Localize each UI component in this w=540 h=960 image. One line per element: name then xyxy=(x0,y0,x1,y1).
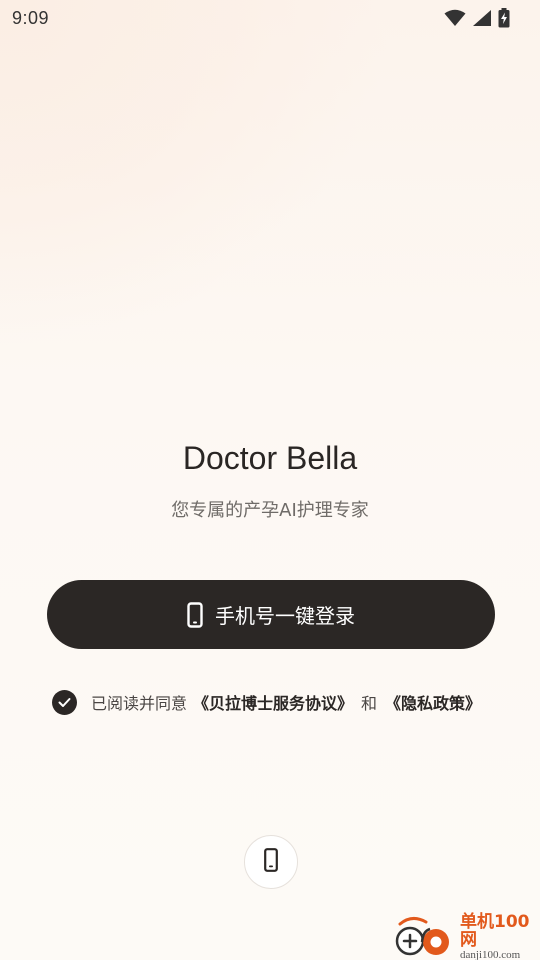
battery-charging-icon xyxy=(498,8,510,28)
one-click-login-button[interactable]: 手机号一键登录 xyxy=(47,580,495,649)
wifi-icon xyxy=(444,9,466,27)
agreement-checkbox[interactable] xyxy=(52,689,77,715)
app-title: Doctor Bella xyxy=(182,440,358,476)
agreement-conjunction: 和 xyxy=(361,694,378,713)
watermark-text: 单机100网 danji100.com xyxy=(460,914,540,960)
signal-icon xyxy=(472,9,492,27)
phone-icon xyxy=(264,848,278,876)
watermark-name: 单机100网 xyxy=(460,912,530,951)
status-time: 9:09 xyxy=(12,7,50,28)
agreement-row: 已阅读并同意 《贝拉博士服务协议》 和 《隐私政策》 xyxy=(52,688,481,716)
status-icons xyxy=(444,8,510,28)
watermark-url: danji100.com xyxy=(460,949,521,960)
watermark-logo-icon xyxy=(392,916,456,960)
status-bar: 9:09 xyxy=(0,0,540,36)
check-icon xyxy=(58,693,71,712)
login-button-label: 手机号一键登录 xyxy=(215,606,355,628)
background xyxy=(0,0,540,960)
privacy-policy-link[interactable]: 《隐私政策》 xyxy=(385,690,481,714)
alt-phone-login-button[interactable] xyxy=(244,835,298,889)
service-agreement-link[interactable]: 《贝拉博士服务协议》 xyxy=(193,690,353,714)
app-subtitle: 您专属的产孕AI护理专家 xyxy=(171,500,369,521)
watermark: 单机100网 danji100.com xyxy=(392,914,540,960)
phone-icon xyxy=(187,601,203,628)
agreement-prefix: 已阅读并同意 xyxy=(91,694,188,713)
